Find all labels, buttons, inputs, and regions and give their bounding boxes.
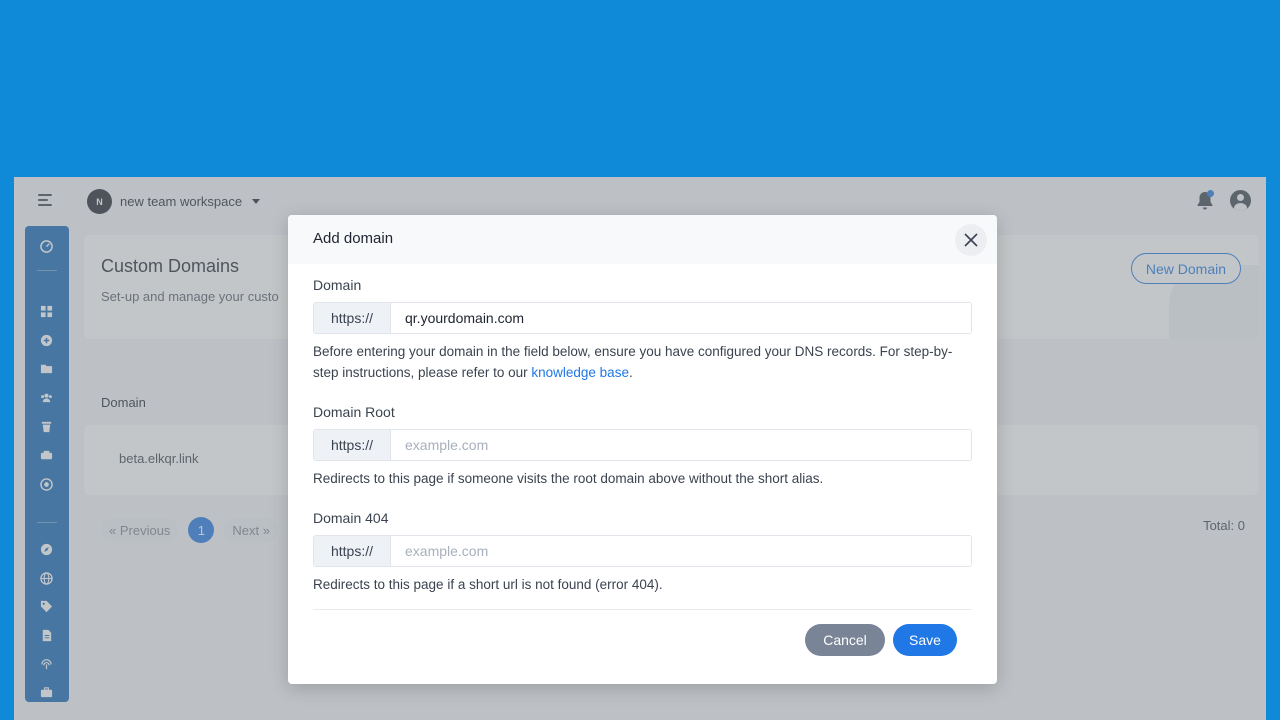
- domain-root-prefix: https://: [314, 430, 391, 460]
- domain-404-input-group: https://: [313, 535, 972, 567]
- domain-prefix: https://: [314, 303, 391, 333]
- domain-root-label: Domain Root: [313, 404, 395, 420]
- add-domain-modal: Add domain Domain https:// Before enteri…: [288, 215, 997, 684]
- modal-header: Add domain: [288, 215, 997, 264]
- cancel-button[interactable]: Cancel: [805, 624, 885, 656]
- domain-input[interactable]: [391, 303, 971, 333]
- close-icon: [964, 233, 978, 247]
- domain-404-help-text: Redirects to this page if a short url is…: [313, 577, 663, 592]
- domain-404-input[interactable]: [391, 536, 971, 566]
- domain-help-text: Before entering your domain in the field…: [313, 341, 973, 383]
- save-button[interactable]: Save: [893, 624, 957, 656]
- domain-404-label: Domain 404: [313, 510, 389, 526]
- domain-help-suffix: .: [628, 365, 633, 380]
- close-button[interactable]: [955, 224, 987, 256]
- domain-root-help-text: Redirects to this page if someone visits…: [313, 471, 824, 486]
- domain-root-input[interactable]: [391, 430, 971, 460]
- modal-title: Add domain: [313, 230, 394, 247]
- domain-input-group: https://: [313, 302, 972, 334]
- modal-footer-divider: [313, 609, 972, 610]
- knowledge-base-link[interactable]: knowledge base: [531, 365, 629, 380]
- domain-root-input-group: https://: [313, 429, 972, 461]
- domain-404-prefix: https://: [314, 536, 391, 566]
- domain-label: Domain: [313, 277, 362, 293]
